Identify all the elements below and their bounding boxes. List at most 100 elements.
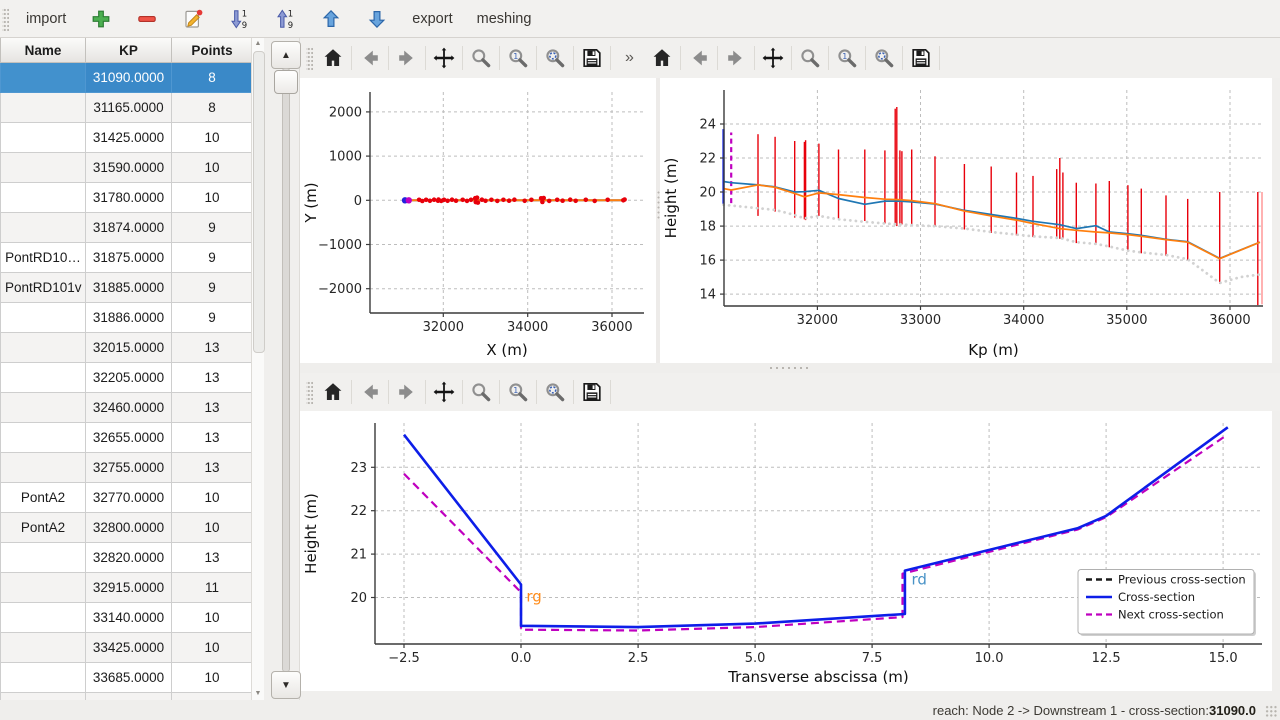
svg-text:36000: 36000 [1209, 313, 1250, 328]
vertical-splitter[interactable] [656, 78, 660, 363]
svg-text:5.0: 5.0 [745, 651, 766, 666]
table-row[interactable]: PontRD101v31885.00009 [1, 273, 252, 303]
table-row[interactable]: 31425.000010 [1, 123, 252, 153]
svg-text:33000: 33000 [900, 313, 941, 328]
save-button[interactable] [905, 42, 937, 74]
plan-view-plot[interactable]: 320003400036000200010000−1000−2000X (m)Y… [300, 78, 656, 363]
home-button[interactable] [317, 376, 349, 408]
table-row[interactable]: 33685.000010 [1, 663, 252, 693]
zoom-one-button[interactable]: 1 [502, 42, 534, 74]
cross-section-table: NameKPPoints 31090.0000831165.0000831425… [0, 38, 251, 700]
table-row[interactable]: 31780.000010 [1, 183, 252, 213]
sort-descending-button[interactable]: 19 [219, 5, 259, 33]
meshing-button[interactable]: meshing [468, 8, 541, 30]
save-button[interactable] [576, 376, 608, 408]
cross-section-plot[interactable]: −2.50.02.55.07.510.012.515.020212223Tran… [300, 411, 1272, 690]
pan-button[interactable] [757, 42, 789, 74]
svg-text:1: 1 [242, 9, 247, 19]
move-up-icon [320, 8, 342, 30]
table-row[interactable]: 32755.000013 [1, 453, 252, 483]
scroll-down-icon[interactable]: ▼ [252, 688, 264, 700]
move-up-button[interactable] [311, 5, 351, 33]
scroll-up-icon[interactable]: ▲ [252, 38, 264, 50]
table-row[interactable]: 31874.00009 [1, 213, 252, 243]
zoom-button[interactable] [465, 42, 497, 74]
table-row[interactable]: 31090.00008 [1, 63, 252, 93]
add-cross-section-button[interactable] [81, 5, 121, 33]
table-row[interactable]: 33425.000010 [1, 633, 252, 663]
toolbar-overflow-chevron[interactable]: » [625, 49, 634, 67]
table-row[interactable]: 31165.00008 [1, 93, 252, 123]
import-button[interactable]: import [17, 8, 75, 30]
edit-icon [182, 8, 204, 30]
column-header-points[interactable]: Points [172, 38, 252, 63]
zoom-button[interactable] [794, 42, 826, 74]
svg-text:22: 22 [350, 504, 367, 519]
svg-text:rd: rd [912, 570, 927, 588]
main-toolbar: import1919exportmeshing [0, 0, 1280, 38]
svg-text:1: 1 [288, 9, 293, 19]
status-bar: reach: Node 2 -> Downstream 1 - cross-se… [0, 700, 1280, 720]
back-icon [687, 46, 711, 70]
row-slider-track[interactable] [282, 68, 290, 672]
table-scrollbar-thumb[interactable] [253, 51, 265, 353]
back-icon [358, 380, 382, 404]
forward-button[interactable] [720, 42, 752, 74]
svg-text:−2000: −2000 [318, 282, 362, 297]
back-button[interactable] [354, 42, 386, 74]
table-row[interactable]: 32460.000013 [1, 393, 252, 423]
table-row[interactable]: 32205.000013 [1, 363, 252, 393]
table-row[interactable]: 33140.000010 [1, 603, 252, 633]
export-button[interactable]: export [403, 8, 461, 30]
table-row[interactable]: 31886.00009 [1, 303, 252, 333]
zoom-icon [469, 380, 493, 404]
zoom-one-icon: 1 [506, 380, 530, 404]
table-row[interactable]: PontA232800.000010 [1, 513, 252, 543]
table-row[interactable]: 32820.000013 [1, 543, 252, 573]
edit-cross-section-button[interactable] [173, 5, 213, 33]
table-row[interactable]: PontRD10…31875.00009 [1, 243, 252, 273]
save-button[interactable] [576, 42, 608, 74]
table-row[interactable]: 32915.000011 [1, 573, 252, 603]
forward-icon [395, 46, 419, 70]
forward-button[interactable] [391, 376, 423, 408]
column-header-name[interactable]: Name [1, 38, 86, 63]
zoom-fit-button[interactable] [868, 42, 900, 74]
zoom-button[interactable] [465, 376, 497, 408]
remove-cross-section-button[interactable] [127, 5, 167, 33]
row-slider-handle[interactable] [274, 70, 298, 94]
row-down-button[interactable]: ▼ [271, 671, 301, 699]
zoom-fit-icon [543, 46, 567, 70]
zoom-fit-button[interactable] [539, 376, 571, 408]
save-icon [580, 46, 604, 70]
pan-button[interactable] [428, 376, 460, 408]
pan-button[interactable] [428, 42, 460, 74]
sort-ascending-button[interactable]: 19 [265, 5, 305, 33]
toolbar-drag-handle[interactable] [306, 46, 313, 70]
zoom-fit-button[interactable] [539, 42, 571, 74]
home-button[interactable] [317, 42, 349, 74]
back-button[interactable] [354, 376, 386, 408]
table-row[interactable]: 31590.000010 [1, 153, 252, 183]
home-button[interactable] [646, 42, 678, 74]
remove-icon [136, 8, 158, 30]
column-header-kp[interactable]: KP [86, 38, 172, 63]
table-row[interactable]: PontA232770.000010 [1, 483, 252, 513]
toolbar-drag-handle[interactable] [2, 7, 9, 31]
forward-button[interactable] [391, 42, 423, 74]
table-scrollbar[interactable]: ▲ ▼ [251, 38, 264, 700]
zoom-one-button[interactable]: 1 [831, 42, 863, 74]
zoom-one-button[interactable]: 1 [502, 376, 534, 408]
table-row[interactable]: 32655.000013 [1, 423, 252, 453]
row-up-button[interactable]: ▲ [271, 41, 301, 69]
horizontal-splitter[interactable] [300, 363, 1280, 373]
table-row[interactable]: 32015.000013 [1, 333, 252, 363]
resize-grip[interactable] [1265, 705, 1278, 718]
toolbar-drag-handle[interactable] [306, 380, 313, 404]
forward-icon [724, 46, 748, 70]
svg-text:9: 9 [242, 21, 247, 30]
back-button[interactable] [683, 42, 715, 74]
longitudinal-profile-plot[interactable]: 3200033000340003500036000141618202224Kp … [660, 78, 1272, 363]
longitudinal-profile-figure: 3200033000340003500036000141618202224Kp … [660, 78, 1272, 363]
move-down-button[interactable] [357, 5, 397, 33]
